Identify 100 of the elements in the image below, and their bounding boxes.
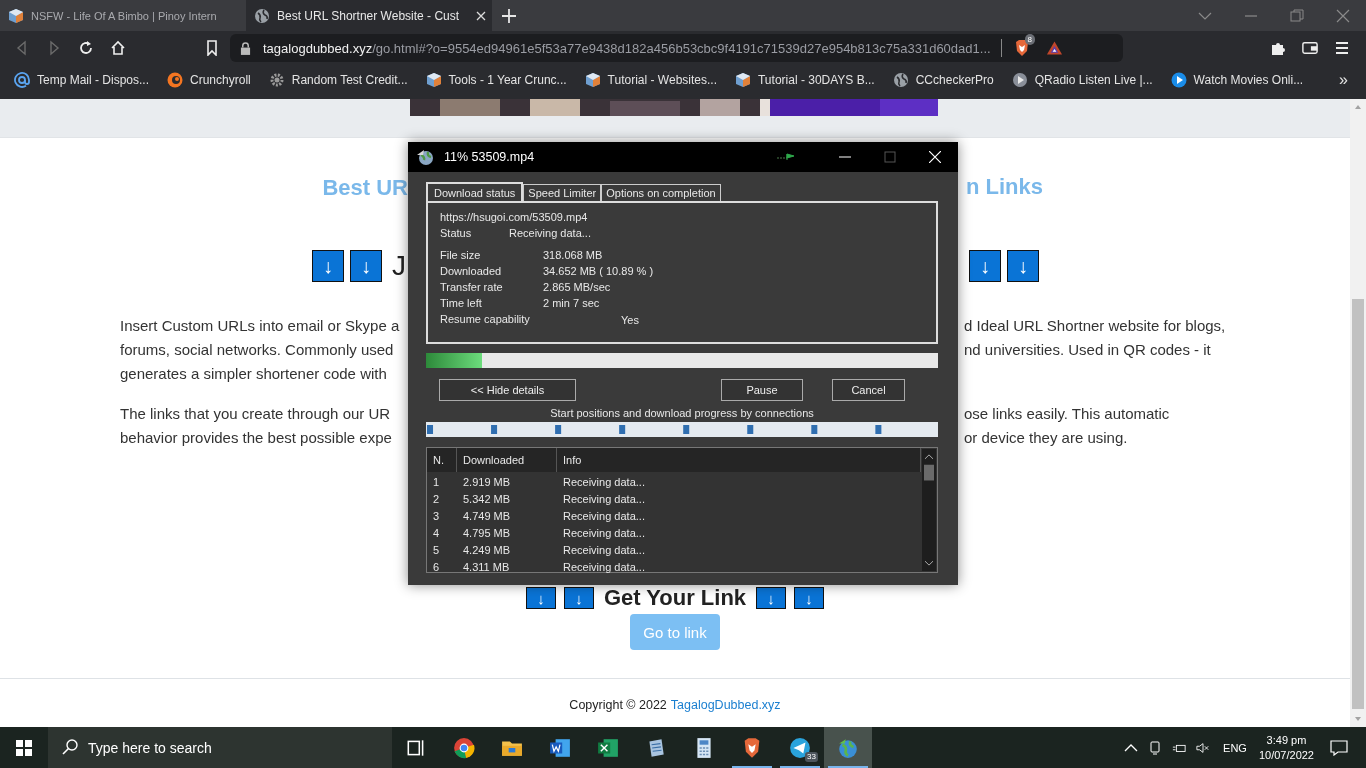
wallet-icon[interactable] [1302,40,1318,56]
paragraph-text: The links that you create through our UR behavior provides the best possible expe [120,404,392,448]
dialog-tab[interactable]: Download status [426,182,524,201]
language-indicator[interactable]: ENG [1223,741,1247,754]
table-cell-text: 2 [432,492,441,505]
browser-tab[interactable]: NSFW - Life Of A Bimbo | Pinoy Intern [0,0,246,31]
table-cell-text: Receiving data... [562,526,646,539]
browser-tab[interactable]: Best URL Shortner Website - Cust [246,0,492,31]
field-value: 318.068 MB [543,248,603,263]
page-heading: n Links [966,174,1043,200]
scrollbar-drawing[interactable] [1350,99,1366,727]
chrome-icon [453,736,475,759]
bookmark-item[interactable]: Crunchyroll [167,72,251,88]
field-value: 2 min 7 sec [543,296,600,311]
down-arrow-emoji: ↓ [756,587,787,609]
field-value: Yes [621,313,639,328]
down-arrow-emoji: ↓ [563,587,594,609]
lion-shield-icon[interactable] [1013,39,1030,57]
clock[interactable]: 3:49 pm 10/07/2022 [1258,732,1314,763]
menu-icon[interactable] [1334,40,1350,56]
table-cell-text: 4.795 MB [462,526,512,539]
page-subheading: J [392,250,406,282]
table-cell-text: 5.342 MB [462,492,512,505]
address-bar[interactable]: tagalogdubbed.xyz/go.html#?o=9554ed94961e5f53a77e9438d182a456b53cbc9f4191c71539d27e954b813c75a331d60dad1... 8 [230,34,1123,62]
bookmark-item[interactable]: Temp Mail - Dispos... [14,72,150,88]
bookmark-item[interactable]: Watch Movies Onli... [1170,72,1304,88]
more-bookmarks-button[interactable]: » [1339,71,1348,89]
notifications-icon[interactable] [1330,739,1348,756]
window-title: 11% 53509.mp4 [444,150,535,164]
hide-details-button[interactable]: << Hide details [439,379,576,401]
paragraph-text: Insert Custom URLs into email or Skype a forums, social networks. Commonly used generates a simpler shortener code with [120,316,400,384]
shield-count-badge: 8 [1024,34,1036,45]
column-header[interactable]: Downloaded [457,448,557,472]
cube-icon [8,7,24,24]
table-cell-text: 4 [432,526,441,539]
ring-logo-icon [167,72,184,88]
column-header[interactable]: N. [427,448,457,472]
search-icon [62,739,78,755]
taskbar-app-button[interactable]: 33 [776,727,824,768]
bookmark-item[interactable]: Tools - 1 Year Crunc... [425,72,567,88]
down-arrow-emoji: ↓ [794,587,825,609]
triangle-icon[interactable] [1045,40,1063,56]
gear-icon [268,72,285,88]
scrollbar-drawing[interactable] [922,449,936,571]
down-arrow-emoji: ↓ [969,250,1001,282]
table-cell-text: 6 [432,560,441,573]
down-arrow-emoji: ↓ [525,587,556,609]
field-label: Time left [440,296,483,311]
home-icon[interactable] [110,40,126,56]
field-label: Status [440,226,473,241]
field-label: Downloaded [440,264,503,279]
play-disc-icon [1011,72,1028,88]
down-arrow-emoji: ↓ [1007,250,1039,282]
bookmark-item[interactable]: Tutorial - 30DAYS B... [735,72,875,88]
pause-button[interactable]: Pause [721,379,803,401]
paragraph-text: d Ideal URL Shortner website for blogs, nd universities. Used in QR codes - it [964,316,1226,360]
globe-icon [416,147,436,167]
site-link[interactable]: TagalogDubbed.xyz [670,698,781,712]
new-tab-icon[interactable] [502,8,516,23]
cube-icon [425,72,442,88]
table-cell-text: Receiving data... [562,492,646,505]
cube-icon [584,72,601,88]
table-cell-text: 1 [432,475,441,488]
puzzle-icon[interactable] [1270,40,1286,56]
bookmark-item[interactable]: CCcheckerPro [892,72,994,88]
taskbar-search-field[interactable]: Type here to search [48,727,392,768]
field-label: Resume capability [440,312,531,327]
at-sign-icon [14,72,30,88]
globe-icon [254,7,270,24]
dialog-tab[interactable]: Speed Limiter [523,184,602,201]
bookmark-item[interactable]: Random Test Credit... [268,72,408,88]
copyright-text: Copyright © 2022 [569,698,667,712]
reload-icon[interactable] [78,40,94,56]
section-heading: Get Your Link [603,585,747,611]
table-cell-text: Receiving data... [562,509,646,522]
cancel-button[interactable]: Cancel [832,379,905,401]
lock-icon [240,41,251,55]
page-heading: Best UR [322,175,408,201]
globe-icon [892,72,909,88]
paragraph-text: ose links easily. This automatic or device they are using. [964,404,1170,448]
windows-start-icon[interactable] [16,739,32,756]
table-cell-text: Receiving data... [562,475,646,488]
flag-icon [777,153,797,161]
table-cell-text: Receiving data... [562,560,646,573]
column-header[interactable]: Info [557,448,921,472]
bookmark-item[interactable]: Tutorial - Websites... [584,72,717,88]
unread-count-badge: 33 [805,752,818,762]
bookmark-icon[interactable] [204,40,220,56]
dialog-tab[interactable]: Options on completion [601,184,721,201]
field-label: Transfer rate [440,280,504,295]
connections-label: Start positions and download progress by connections [549,407,815,419]
table-cell-text: 4.311 MB [462,560,511,573]
restore-icon[interactable] [1290,8,1304,23]
play-icon [1170,72,1187,88]
spreadsheet-icon [597,736,619,759]
bookmark-item[interactable]: QRadio Listen Live |... [1011,72,1153,88]
field-label: File size [440,248,482,263]
field-value: 34.652 MB ( 10.89 % ) [543,264,654,279]
device-icon[interactable] [1148,740,1163,755]
speaker-muted-icon[interactable] [1196,740,1211,755]
